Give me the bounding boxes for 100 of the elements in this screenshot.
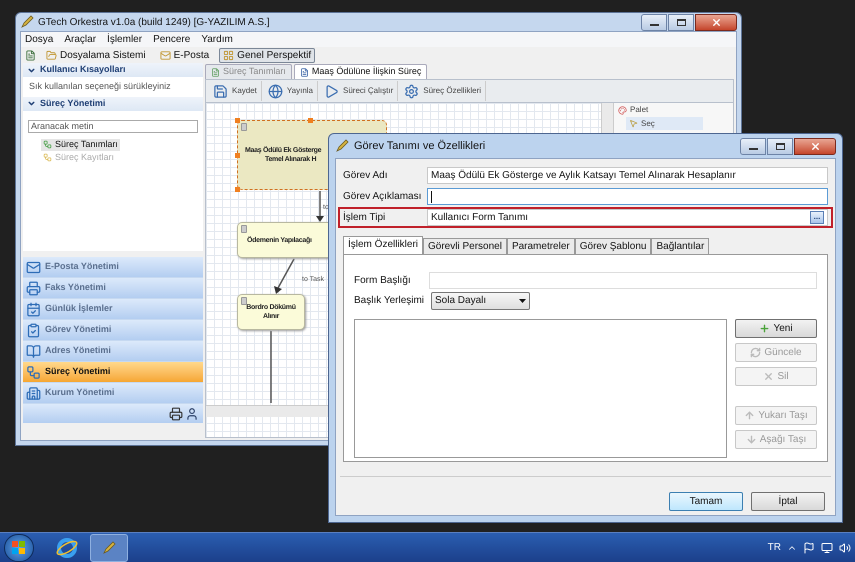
arrow-up-icon [744, 410, 756, 421]
menu-item[interactable]: Araçlar [64, 32, 96, 47]
folder-icon [46, 50, 57, 60]
toolbar-button[interactable]: Süreç Özellikleri [400, 81, 486, 101]
field-label: Form Başlığı [354, 274, 412, 288]
mail-icon [160, 50, 171, 60]
grid-icon [223, 50, 234, 60]
collapse-icon [27, 66, 36, 74]
selection-handle[interactable] [235, 153, 240, 158]
dropdown-arrow-icon [519, 298, 526, 302]
collapse-icon [27, 99, 36, 108]
dialog-tab[interactable]: İşlem Özellikleri [343, 236, 424, 254]
toolbar-button[interactable]: E-Posta [156, 48, 214, 62]
nav-item[interactable]: Günlük İşlemler [23, 299, 203, 319]
text-field[interactable] [427, 188, 828, 205]
new-file-icon [25, 50, 36, 60]
pen-icon [20, 15, 34, 29]
play-icon [324, 84, 339, 98]
selection-handle[interactable] [308, 118, 313, 123]
pen-icon [335, 139, 349, 153]
nav-item[interactable]: Kurum Yönetimi [23, 383, 203, 403]
connector-line [270, 331, 272, 403]
node-icon [241, 123, 247, 131]
nav-item[interactable]: Süreç Yönetimi [23, 362, 203, 382]
selection-handle[interactable] [235, 118, 240, 123]
menu-item[interactable]: İşlemler [107, 32, 142, 47]
nav-item[interactable]: Adres Yönetimi [23, 341, 203, 361]
dialog-tab[interactable]: Görevli Personel [423, 238, 507, 254]
mail-icon [26, 260, 41, 274]
workflow-icon [26, 364, 41, 380]
tree-item[interactable]: Süreç Tanımları [41, 138, 120, 150]
hint-text: Sık kullanılan seçeneği sürükleyiniz [28, 80, 172, 93]
nav-item[interactable]: Görev Yönetimi [23, 320, 203, 340]
gear-icon [404, 84, 420, 98]
side-button[interactable]: Yeni [735, 319, 817, 338]
toolbar-button[interactable]: Kaydet [209, 81, 262, 101]
field-label: Görev Açıklaması [343, 190, 422, 204]
building-icon [26, 386, 41, 400]
pen-icon [102, 540, 116, 554]
globe-icon [268, 84, 283, 98]
maximize-button[interactable] [767, 138, 793, 154]
close-icon [810, 140, 820, 152]
start-button[interactable] [4, 534, 34, 562]
nav-item[interactable]: Faks Yönetimi [23, 278, 203, 298]
maximize-button[interactable] [668, 14, 694, 30]
connector-arrow [316, 191, 324, 222]
flag-icon [803, 542, 815, 554]
node-icon [241, 297, 247, 305]
browser-icon [56, 536, 78, 558]
network-icon [821, 542, 833, 554]
save-icon [213, 84, 228, 98]
dialog-button[interactable]: İptal [751, 492, 825, 511]
picker-field[interactable]: Kullanıcı Form Tanımı ... [427, 209, 828, 226]
refresh-icon [750, 347, 762, 358]
printer-icon [169, 406, 183, 420]
document-icon [211, 68, 220, 76]
text-field[interactable]: Maaş Ödülü Ek Gösterge ve Aylık Katsayı Temel Alınarak Hesaplanır [427, 167, 828, 184]
menu-item[interactable]: Pencere [153, 32, 190, 47]
toolbar-button[interactable]: Yayınla [264, 81, 318, 101]
calendar-icon [26, 302, 41, 316]
dialog-tab[interactable]: Bağlantılar [651, 238, 710, 254]
close-icon [710, 16, 722, 28]
window-title: GTech Orkestra v1.0a (build 1249) [G-YAZILIM A.S.] [38, 16, 270, 30]
dialog-tab[interactable]: Görev Şablonu [574, 238, 652, 254]
document-icon [300, 68, 309, 76]
field-label: Başlık Yerleşimi [354, 294, 426, 308]
toolbar-button[interactable]: Dosyalama Sistemi [42, 48, 150, 62]
selection-handle[interactable] [235, 187, 240, 192]
language-indicator[interactable]: TR [768, 540, 781, 555]
taskbar-app-button[interactable] [90, 534, 128, 562]
toolbar-button[interactable]: Süreci Çalıştır [320, 81, 398, 101]
windows-logo-icon [12, 540, 26, 554]
node-icon [241, 225, 247, 233]
dialog-tab[interactable]: Parametreler [506, 238, 575, 254]
clipboard-icon [26, 322, 41, 338]
nav-item[interactable]: E-Posta Yönetimi [23, 257, 203, 277]
plus-icon [759, 323, 770, 334]
editor-tab[interactable]: Maaş Ödülüne İlişkin Süreç [294, 64, 428, 79]
book-icon [26, 344, 41, 358]
speaker-icon [839, 542, 851, 554]
search-field[interactable]: Aranacak metin [28, 120, 198, 133]
palette-item[interactable]: Seç [626, 117, 703, 130]
close-icon [763, 371, 774, 382]
close-button[interactable] [794, 138, 836, 154]
menu-item[interactable]: Dosya [25, 32, 54, 47]
workflow-icon [43, 153, 52, 162]
pointer-icon [629, 119, 638, 128]
minimize-button[interactable] [641, 14, 667, 30]
minimize-button[interactable] [740, 138, 766, 154]
form-title-field[interactable] [429, 272, 817, 289]
arrow-down-icon [746, 434, 757, 445]
printer-icon [26, 280, 41, 296]
field-label: İşlem Tipi [343, 210, 386, 225]
browse-button[interactable]: ... [810, 211, 824, 224]
placement-dropdown[interactable]: Sola Dayalı [431, 292, 530, 310]
menu-item[interactable]: Yardım [201, 32, 233, 47]
dialog-button[interactable]: Tamam [669, 492, 743, 511]
workflow-icon [43, 140, 52, 149]
close-button[interactable] [695, 14, 737, 30]
toolbar-button[interactable]: Genel Perspektif [219, 48, 316, 62]
